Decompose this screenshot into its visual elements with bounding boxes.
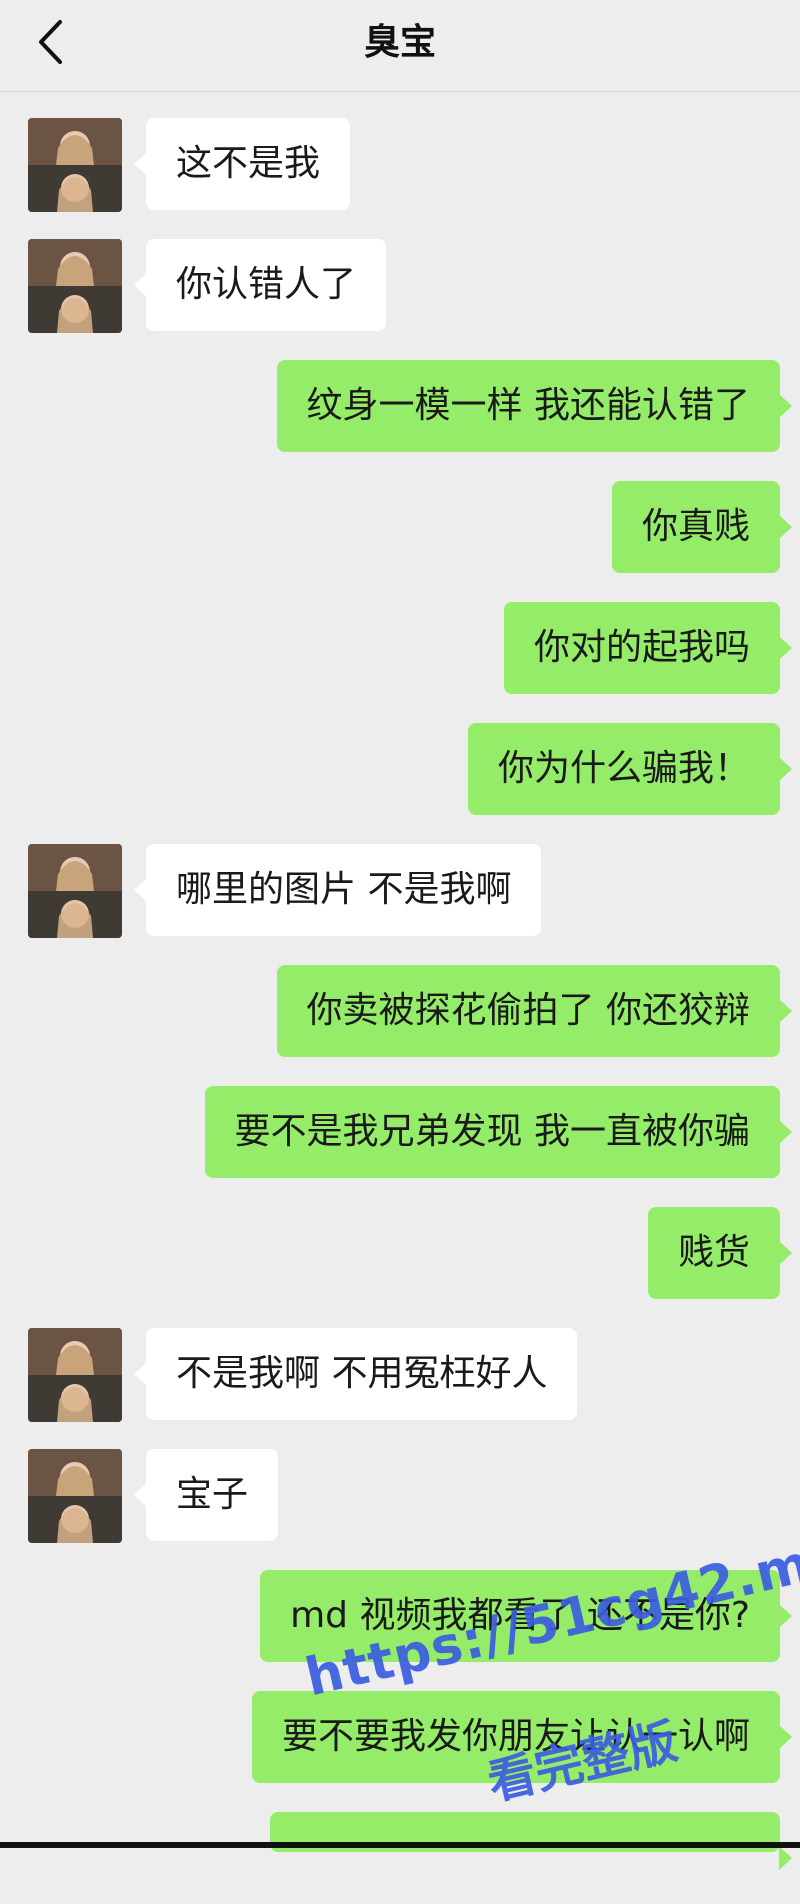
incoming-message: 哪里的图片 不是我啊 <box>0 844 800 938</box>
contact-avatar[interactable] <box>28 1449 122 1543</box>
message-bubble[interactable]: 这不是我 <box>133 118 351 210</box>
message-bubble[interactable]: 要不是我兄弟发现 我一直被你骗 <box>204 1086 793 1178</box>
outgoing-message: 你卖被探花偷拍了 你还狡辩 <box>0 965 800 1057</box>
outgoing-message: 要不是我兄弟发现 我一直被你骗 <box>0 1086 800 1178</box>
chat-header: 臭宝 <box>0 0 800 92</box>
outgoing-message: 要不要我发你朋友让认一认啊 <box>0 1691 800 1783</box>
outgoing-message: 你为什么骗我！ <box>0 723 800 815</box>
message-bubble[interactable]: 你认错人了 <box>133 239 387 331</box>
contact-avatar[interactable] <box>28 118 122 212</box>
incoming-message: 这不是我 <box>0 118 800 212</box>
outgoing-message: 纹身一模一样 我还能认错了 <box>0 360 800 452</box>
bottom-edge <box>0 1842 800 1848</box>
outgoing-message: 你真贱 <box>0 481 800 573</box>
message-bubble[interactable]: 你为什么骗我！ <box>467 723 793 815</box>
incoming-message: 不是我啊 不用冤枉好人 <box>0 1328 800 1422</box>
contact-avatar[interactable] <box>28 844 122 938</box>
message-bubble[interactable]: 贱货 <box>647 1207 793 1299</box>
outgoing-message: md 视频我都看了 还不是你? <box>0 1570 800 1662</box>
message-bubble[interactable]: 宝子 <box>133 1449 279 1541</box>
chat-title: 臭宝 <box>363 22 436 63</box>
message-bubble[interactable]: 纹身一模一样 我还能认错了 <box>276 360 793 452</box>
message-bubble[interactable]: 要不要我发你朋友让认一认啊 <box>251 1691 793 1783</box>
message-list[interactable]: 这不是我你认错人了纹身一模一样 我还能认错了你真贱你对的起我吗你为什么骗我！ 哪里… <box>0 92 800 1870</box>
message-bubble[interactable]: 你对的起我吗 <box>503 602 793 694</box>
message-bubble[interactable]: md 视频我都看了 还不是你? <box>260 1570 792 1662</box>
incoming-message: 你认错人了 <box>0 239 800 333</box>
message-bubble[interactable]: 你卖被探花偷拍了 你还狡辩 <box>276 965 793 1057</box>
outgoing-message: 贱货 <box>0 1207 800 1299</box>
message-bubble[interactable]: 不是我啊 不用冤枉好人 <box>133 1328 578 1420</box>
outgoing-message <box>0 1812 800 1904</box>
message-bubble[interactable]: 你真贱 <box>611 481 793 573</box>
outgoing-message: 你对的起我吗 <box>0 602 800 694</box>
incoming-message: 宝子 <box>0 1449 800 1543</box>
contact-avatar[interactable] <box>28 239 122 333</box>
contact-avatar[interactable] <box>28 1328 122 1422</box>
message-bubble[interactable]: 哪里的图片 不是我啊 <box>133 844 542 936</box>
